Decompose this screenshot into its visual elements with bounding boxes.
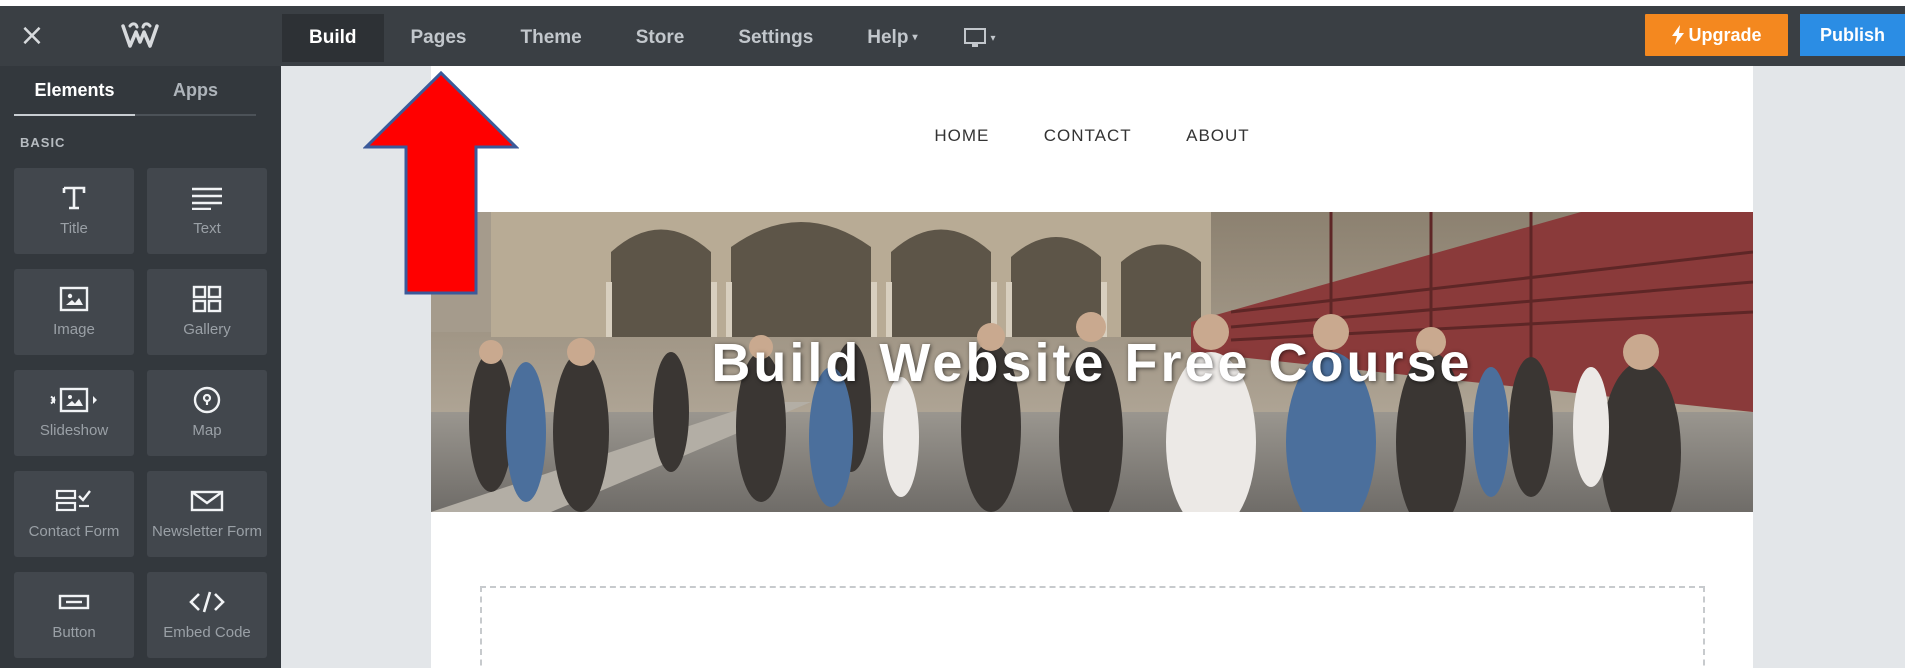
device-preview-toggle[interactable]: ▾ xyxy=(944,14,1014,62)
tab-settings[interactable]: Settings xyxy=(711,14,840,62)
element-newsletter-form[interactable]: Newsletter Form xyxy=(147,471,267,557)
site-nav-home[interactable]: HOME xyxy=(934,126,989,146)
button-icon xyxy=(58,584,90,620)
weebly-logo-icon[interactable] xyxy=(120,20,160,52)
newsletter-icon xyxy=(190,483,224,519)
slideshow-icon xyxy=(49,382,99,418)
element-title[interactable]: Title xyxy=(14,168,134,254)
site-nav-about[interactable]: ABOUT xyxy=(1186,126,1250,146)
upgrade-button[interactable]: Upgrade xyxy=(1645,14,1788,56)
lightning-icon xyxy=(1672,25,1685,45)
hero-title[interactable]: Build Website Free Course xyxy=(431,332,1753,394)
chevron-down-icon: ▾ xyxy=(990,32,996,44)
top-bar: × Build Pages Theme Store Settings Help ▾… xyxy=(0,6,1905,66)
text-icon xyxy=(191,180,223,216)
element-map[interactable]: Map xyxy=(147,370,267,456)
desktop-icon xyxy=(964,28,987,47)
element-button[interactable]: Button xyxy=(14,572,134,658)
element-image[interactable]: Image xyxy=(14,269,134,355)
sidebar-tabs: Elements Apps xyxy=(14,66,256,116)
weebly-editor: × Build Pages Theme Store Settings Help ▾… xyxy=(0,0,1905,668)
site-nav-contact[interactable]: CONTACT xyxy=(1044,126,1132,146)
annotation-arrow-icon xyxy=(363,70,519,295)
element-embed-code[interactable]: Embed Code xyxy=(147,572,267,658)
chevron-down-icon: ▾ xyxy=(912,32,918,43)
map-pin-icon xyxy=(192,382,222,418)
gallery-icon xyxy=(192,281,222,317)
tab-theme[interactable]: Theme xyxy=(493,14,608,62)
tab-help[interactable]: Help ▾ xyxy=(840,14,944,62)
tab-elements[interactable]: Elements xyxy=(14,66,135,116)
element-text[interactable]: Text xyxy=(147,168,267,254)
elements-sidebar: Elements Apps BASIC Title Text Image Gal… xyxy=(0,66,281,668)
image-icon xyxy=(59,281,89,317)
website-page-preview: HOME CONTACT ABOUT Build Website Free Co… xyxy=(431,66,1753,668)
main-nav: Build Pages Theme Store Settings Help ▾ ▾ xyxy=(282,14,1014,62)
element-slideshow[interactable]: Slideshow xyxy=(14,370,134,456)
content-drop-zone[interactable] xyxy=(480,586,1705,668)
element-gallery[interactable]: Gallery xyxy=(147,269,267,355)
tab-build[interactable]: Build xyxy=(282,14,384,62)
hero-banner[interactable]: Build Website Free Course xyxy=(431,212,1753,512)
tab-apps[interactable]: Apps xyxy=(135,66,256,114)
site-navigation: HOME CONTACT ABOUT xyxy=(431,126,1753,146)
title-icon xyxy=(61,180,87,216)
contact-form-icon xyxy=(55,483,93,519)
close-icon[interactable]: × xyxy=(14,18,50,54)
tab-store[interactable]: Store xyxy=(609,14,712,62)
publish-button[interactable]: Publish xyxy=(1800,14,1905,56)
editor-canvas: HOME CONTACT ABOUT Build Website Free Co… xyxy=(281,66,1905,668)
section-label-basic: BASIC xyxy=(20,135,66,150)
element-contact-form[interactable]: Contact Form xyxy=(14,471,134,557)
tab-pages[interactable]: Pages xyxy=(384,14,494,62)
code-icon xyxy=(189,584,225,620)
